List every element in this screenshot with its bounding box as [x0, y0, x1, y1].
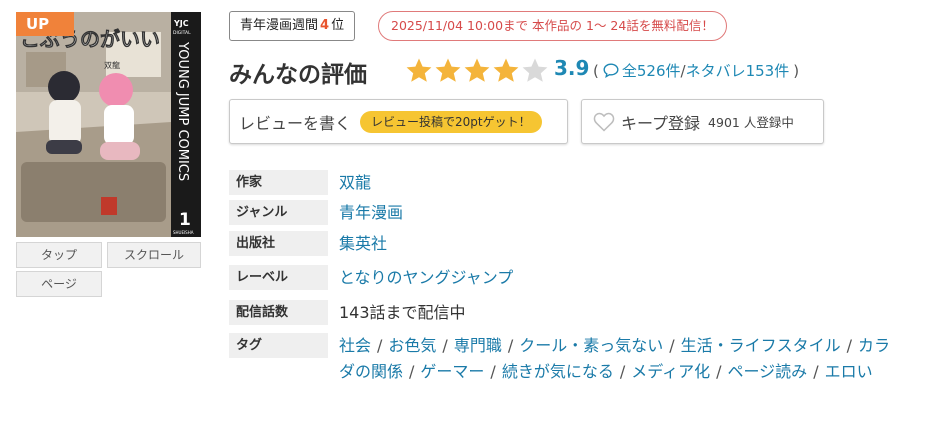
info-row-tags: タグ 社会 / お色気 / 専門職 / クール・素っ気ない / 生活・ライフスタイル / カラダの関…	[229, 333, 904, 385]
keep-count: 4901 人登録中	[708, 115, 794, 130]
review-counts[interactable]: ( 全526件 / ネタバレ153件 )	[593, 60, 799, 81]
review-total-link[interactable]: 全526件	[622, 60, 681, 81]
close-paren: )	[793, 61, 800, 80]
spoiler-count-link[interactable]: ネタバレ153件	[686, 60, 790, 81]
tag-link[interactable]: 生活・ライフスタイル	[681, 336, 841, 355]
tag-separator: /	[669, 336, 675, 355]
rating-score: 3.9	[554, 56, 590, 80]
write-review-label: レビューを書く	[239, 113, 352, 133]
info-row-author: 作家 双龍	[229, 170, 371, 195]
author-link[interactable]: 双龍	[339, 170, 371, 195]
info-row-genre: ジャンル 青年漫画	[229, 200, 403, 225]
tag-list: 社会 / お色気 / 専門職 / クール・素っ気ない / 生活・ライフスタイル / カラダの関係 / ゲ…	[339, 333, 904, 385]
star-icon	[464, 58, 490, 82]
tag-separator: /	[846, 336, 853, 355]
rank-number: 4	[320, 18, 330, 33]
tag-separator: /	[716, 362, 722, 381]
rank-suffix: 位	[331, 18, 345, 33]
star-icon	[406, 58, 432, 82]
review-points-promo: レビュー投稿で20ptゲット！	[360, 110, 542, 133]
tag-link[interactable]: クール・素っ気ない	[519, 336, 663, 355]
tag-link[interactable]: ゲーマー	[420, 362, 484, 381]
star-icon	[493, 58, 519, 82]
free-campaign-notice[interactable]: 2025/11/04 10:00まで 本作品の 1～ 24話を無料配信！	[378, 11, 727, 41]
cover-publisher-sub: DIGITAL	[173, 30, 191, 36]
keep-label: キープ登録	[621, 113, 701, 133]
tag-separator: /	[442, 336, 448, 355]
star-icon	[435, 58, 461, 82]
tags-key: タグ	[229, 333, 328, 358]
open-paren: (	[593, 61, 599, 80]
cover-imprint: SHUEISHA	[173, 230, 194, 235]
star-icon	[522, 58, 548, 82]
label-key: レーベル	[229, 265, 328, 290]
label-link[interactable]: となりのヤングジャンプ	[339, 265, 513, 290]
tap-view-button[interactable]: タップ	[16, 242, 102, 268]
tag-separator: /	[377, 336, 383, 355]
heart-outline-icon	[593, 112, 615, 132]
tag-separator: /	[507, 336, 514, 355]
episodes-key: 配信話数	[229, 300, 328, 325]
tag-separator: /	[409, 362, 415, 381]
tag-link[interactable]: お色気	[388, 336, 436, 355]
info-row-label: レーベル となりのヤングジャンプ	[229, 265, 513, 290]
publisher-link[interactable]: 集英社	[339, 231, 387, 256]
tag-link[interactable]: エロい	[825, 362, 873, 381]
tag-separator: /	[619, 362, 626, 381]
cover-author-small: 双龍	[104, 60, 120, 70]
tag-link[interactable]: メディア化	[631, 362, 710, 381]
rank-prefix: 青年漫画週間	[240, 18, 319, 33]
author-key: 作家	[229, 170, 328, 195]
genre-link[interactable]: 青年漫画	[339, 200, 403, 225]
scroll-view-button[interactable]: スクロール	[107, 242, 201, 268]
star-rating	[405, 55, 550, 85]
weekly-rank-badge[interactable]: 青年漫画週間 4 位	[229, 11, 356, 41]
page-view-button[interactable]: ページ	[16, 271, 102, 297]
speech-bubble-icon	[603, 63, 619, 78]
keep-button[interactable]: キープ登録 4901 人登録中	[581, 99, 824, 144]
cover-volume: 1	[179, 210, 191, 230]
rating-title: みんなの評価	[229, 62, 367, 88]
publisher-key: 出版社	[229, 231, 328, 256]
tag-separator: /	[490, 362, 496, 381]
info-row-publisher: 出版社 集英社	[229, 231, 387, 256]
info-row-episodes: 配信話数 143話まで配信中	[229, 300, 466, 325]
episodes-value: 143話まで配信中	[339, 303, 466, 322]
up-badge: UP	[16, 12, 74, 36]
tag-link[interactable]: 社会	[339, 336, 371, 355]
cover-series-label: YOUNG JUMP COMICS	[175, 41, 190, 181]
tag-separator: /	[813, 362, 819, 381]
cover-publisher-mark: YJC	[173, 19, 189, 28]
write-review-button[interactable]: レビューを書く レビュー投稿で20ptゲット！	[229, 99, 568, 144]
genre-key: ジャンル	[229, 200, 328, 225]
tag-link[interactable]: ページ読み	[728, 362, 808, 381]
tag-link[interactable]: 続きが気になる	[502, 362, 614, 381]
tag-link[interactable]: 専門職	[454, 336, 502, 355]
cover-image[interactable]: こぶうのがいい 双龍 YJC DIGITAL YOUNG JUMP COMICS…	[16, 12, 201, 237]
